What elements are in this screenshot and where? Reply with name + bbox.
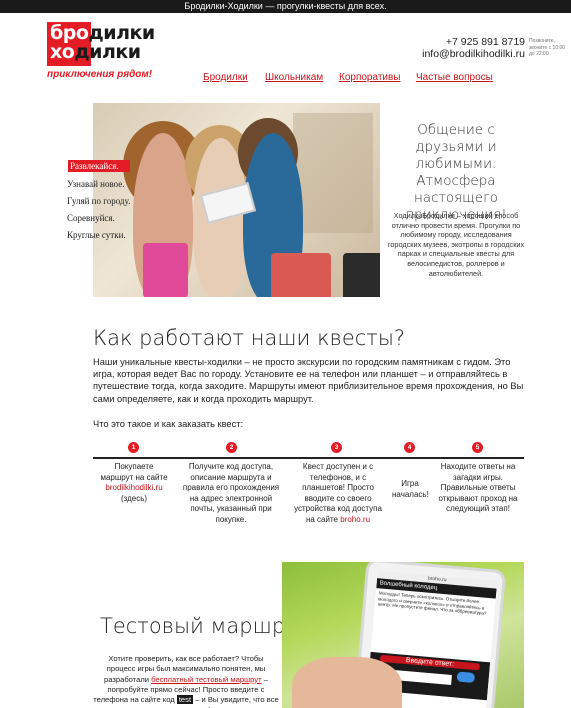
shopping-bag-black bbox=[343, 253, 380, 297]
hand-image bbox=[292, 657, 402, 708]
step-1-text: Покупаете маршрут на сайте brodilkihodil… bbox=[100, 462, 168, 503]
steps-divider bbox=[93, 457, 524, 459]
intro-text: ХодилкиБродилки – хороший способ отлично… bbox=[387, 211, 525, 278]
how-it-works-title: Как работают наши квесты? bbox=[93, 326, 406, 350]
hero-tag: Узнавай новое. bbox=[67, 179, 125, 189]
contacts: +7 925 891 8719 info@brodilkihodilki.ru bbox=[413, 36, 525, 62]
what-is-heading: Что это такое и как заказать квест: bbox=[93, 419, 244, 429]
screen-body: Молодцы! Теперь осмотритесь. Отыщите бол… bbox=[377, 590, 487, 616]
logo-line-2: ходилки bbox=[50, 41, 141, 63]
hero-tags: Развлекайся. Узнавай новое. Гуляй по гор… bbox=[67, 160, 131, 247]
shopping-bag-red bbox=[271, 253, 331, 297]
step-3-link[interactable]: broho.ru bbox=[340, 515, 370, 524]
email-link[interactable]: info@brodilkihodilki.ru bbox=[422, 48, 525, 60]
top-announcement-bar: Бродилки-Ходилки — прогулки-квесты для в… bbox=[0, 0, 571, 13]
test-route-link[interactable]: бесплатный тестовый маршрут bbox=[151, 675, 261, 684]
step-number: 2 bbox=[226, 442, 237, 453]
step-3-text: Квест доступен и с телефонов, и с планше… bbox=[294, 462, 382, 524]
step-2-text: Получите код доступа, описание маршрута … bbox=[182, 462, 280, 524]
how-it-works-text: Наши уникальные квесты-ходилки – не прос… bbox=[93, 357, 524, 404]
phone-number[interactable]: +7 925 891 8719 bbox=[446, 36, 525, 48]
test-route-title: Тестовый маршрут bbox=[100, 614, 310, 638]
shopping-bag-pink bbox=[143, 243, 188, 297]
step-number: 1 bbox=[128, 442, 139, 453]
nav-faq[interactable]: Частые вопросы bbox=[416, 72, 493, 83]
intro-title: Общение с друзьями и любимыми. Атмосфера… bbox=[405, 122, 507, 223]
logo-tagline: приключения рядом! bbox=[47, 69, 153, 80]
hero-tag: Развлекайся. bbox=[68, 160, 131, 172]
site-logo[interactable]: бродилки ходилки приключения рядом! bbox=[47, 22, 162, 84]
hero-tag: Гуляй по городу. bbox=[67, 196, 131, 206]
step-number: 3 bbox=[331, 442, 342, 453]
step-1-link[interactable]: brodilkihodilki.ru bbox=[105, 483, 162, 492]
nav-brodilki[interactable]: Бродилки bbox=[203, 72, 248, 83]
nav-corporate[interactable]: Корпоративы bbox=[339, 72, 401, 83]
hero-photo bbox=[93, 103, 380, 297]
test-route-text: Хотите проверить, как все работает? Чтоб… bbox=[93, 654, 279, 708]
step-5-text: Находите ответы на загадки игры. Правиль… bbox=[438, 462, 518, 514]
nav-schoolchildren[interactable]: Школьникам bbox=[265, 72, 323, 83]
step-number: 5 bbox=[472, 442, 483, 453]
hero-tag: Соревнуйся. bbox=[67, 213, 115, 223]
step-number: 4 bbox=[404, 442, 415, 453]
hero-tag: Круглые сутки. bbox=[67, 230, 126, 240]
test-code: test bbox=[176, 695, 194, 705]
screen-submit-button bbox=[456, 671, 475, 683]
working-hours: Позвоните, звоните с 10:00 до 22:00 bbox=[529, 38, 566, 57]
step-4-text: Игра началась! bbox=[392, 479, 429, 499]
phone-photo: broho.ru Волшебный колодец Молодцы! Тепе… bbox=[282, 562, 524, 708]
logo-line-1: бродилки bbox=[50, 22, 155, 44]
